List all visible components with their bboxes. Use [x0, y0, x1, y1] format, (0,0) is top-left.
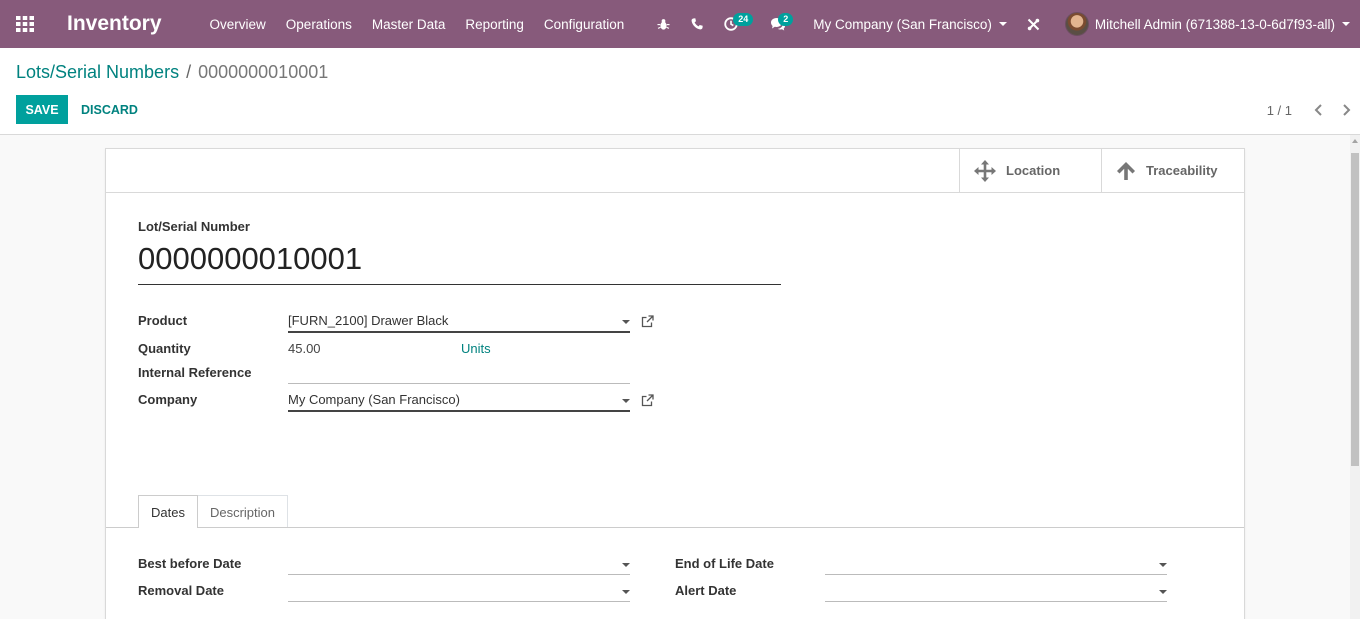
- end-of-life-date-label: End of Life Date: [675, 556, 774, 571]
- product-label: Product: [138, 313, 188, 328]
- company-dropdown-caret-icon[interactable]: [622, 399, 630, 403]
- navbar-systray: 24 2 My Company (San Francisco) Mitchell…: [646, 0, 1360, 48]
- product-external-link-icon[interactable]: [641, 315, 654, 328]
- company-value: My Company (San Francisco): [288, 392, 460, 407]
- save-button[interactable]: SAVE: [16, 95, 68, 124]
- menu-operations[interactable]: Operations: [286, 17, 352, 32]
- debug-bug-icon[interactable]: [646, 0, 680, 48]
- menu-overview[interactable]: Overview: [210, 17, 266, 32]
- menu-master-data[interactable]: Master Data: [372, 17, 446, 32]
- tabs-divider: [106, 527, 1244, 528]
- company-switcher[interactable]: My Company (San Francisco): [813, 17, 1007, 32]
- breadcrumb-separator: /: [186, 62, 192, 82]
- breadcrumb-lots-serial-numbers[interactable]: Lots/Serial Numbers: [16, 62, 179, 83]
- menu-reporting[interactable]: Reporting: [465, 17, 524, 32]
- app-menu-grid-icon[interactable]: [0, 0, 50, 48]
- smart-button-box: Location Traceability: [959, 149, 1244, 192]
- user-name: Mitchell Admin (671388-13-0-6d7f93-all): [1094, 16, 1335, 32]
- location-button-label: Location: [1006, 163, 1061, 178]
- message-count-badge: 2: [778, 13, 794, 26]
- messages-chat-icon[interactable]: 2: [762, 0, 806, 48]
- best-before-date-input[interactable]: [288, 556, 630, 575]
- control-panel: Lots/Serial Numbers / 0000000010001 SAVE…: [0, 48, 1360, 135]
- button-box-divider: [106, 192, 1244, 193]
- internal-reference-input[interactable]: [288, 365, 630, 384]
- chevron-down-icon: [998, 22, 1007, 26]
- location-button[interactable]: Location: [959, 149, 1101, 192]
- traceability-button-label: Traceability: [1146, 163, 1218, 178]
- company-field[interactable]: My Company (San Francisco): [288, 392, 630, 412]
- scroll-up-arrow-icon[interactable]: [1352, 139, 1358, 143]
- pager-previous-chevron-left-icon[interactable]: [1304, 98, 1332, 122]
- quantity-label: Quantity: [138, 341, 191, 356]
- discard-button[interactable]: DISCARD: [81, 95, 138, 124]
- quantity-uom-link[interactable]: Units: [461, 341, 491, 356]
- quantity-value: 45.00: [288, 341, 321, 356]
- company-external-link-icon[interactable]: [641, 394, 654, 407]
- app-title[interactable]: Inventory: [67, 12, 162, 36]
- removal-date-caret-icon[interactable]: [622, 590, 630, 594]
- activity-clock-icon[interactable]: 24: [714, 0, 762, 48]
- menu-configuration[interactable]: Configuration: [544, 17, 624, 32]
- tab-dates[interactable]: Dates: [138, 495, 198, 528]
- pager: 1 / 1: [1267, 98, 1360, 122]
- traceability-button[interactable]: Traceability: [1101, 149, 1244, 192]
- breadcrumb-current: 0000000010001: [198, 62, 329, 82]
- tab-description[interactable]: Description: [197, 495, 288, 528]
- removal-date-label: Removal Date: [138, 583, 224, 598]
- activity-count-badge: 24: [733, 13, 754, 26]
- company-label: Company: [138, 392, 198, 407]
- chevron-down-icon: [1342, 22, 1350, 26]
- company-switcher-label: My Company (San Francisco): [813, 16, 992, 32]
- product-field[interactable]: [FURN_2100] Drawer Black: [288, 313, 630, 333]
- alert-date-caret-icon[interactable]: [1159, 590, 1167, 594]
- lot-serial-number-input[interactable]: 0000000010001: [138, 241, 781, 285]
- arrow-up-icon: [1117, 161, 1135, 180]
- removal-date-input[interactable]: [288, 583, 630, 602]
- user-menu[interactable]: Mitchell Admin (671388-13-0-6d7f93-all): [1064, 12, 1350, 36]
- breadcrumb: Lots/Serial Numbers / 0000000010001: [16, 62, 328, 83]
- lot-serial-number-label: Lot/Serial Number: [138, 219, 250, 234]
- notebook-tabs: Dates Description: [138, 495, 288, 528]
- best-before-date-label: Best before Date: [138, 556, 242, 571]
- product-dropdown-caret-icon[interactable]: [622, 320, 630, 324]
- scrollbar-thumb[interactable]: [1351, 153, 1359, 466]
- alert-date-input[interactable]: [825, 583, 1167, 602]
- avatar: [1064, 12, 1089, 36]
- end-of-life-date-caret-icon[interactable]: [1159, 563, 1167, 567]
- close-tools-icon[interactable]: [1023, 0, 1045, 48]
- product-value: [FURN_2100] Drawer Black: [288, 313, 449, 328]
- alert-date-label: Alert Date: [675, 583, 737, 598]
- internal-reference-label: Internal Reference: [138, 365, 252, 380]
- pager-next-chevron-right-icon[interactable]: [1332, 98, 1360, 122]
- end-of-life-date-input[interactable]: [825, 556, 1167, 575]
- best-before-date-caret-icon[interactable]: [622, 563, 630, 567]
- move-arrows-icon: [974, 159, 996, 182]
- phone-icon[interactable]: [680, 0, 714, 48]
- form-sheet: Location Traceability Lot/Serial Number …: [105, 148, 1245, 619]
- main-navbar: Inventory Overview Operations Master Dat…: [0, 0, 1360, 48]
- pager-value[interactable]: 1 / 1: [1267, 103, 1292, 118]
